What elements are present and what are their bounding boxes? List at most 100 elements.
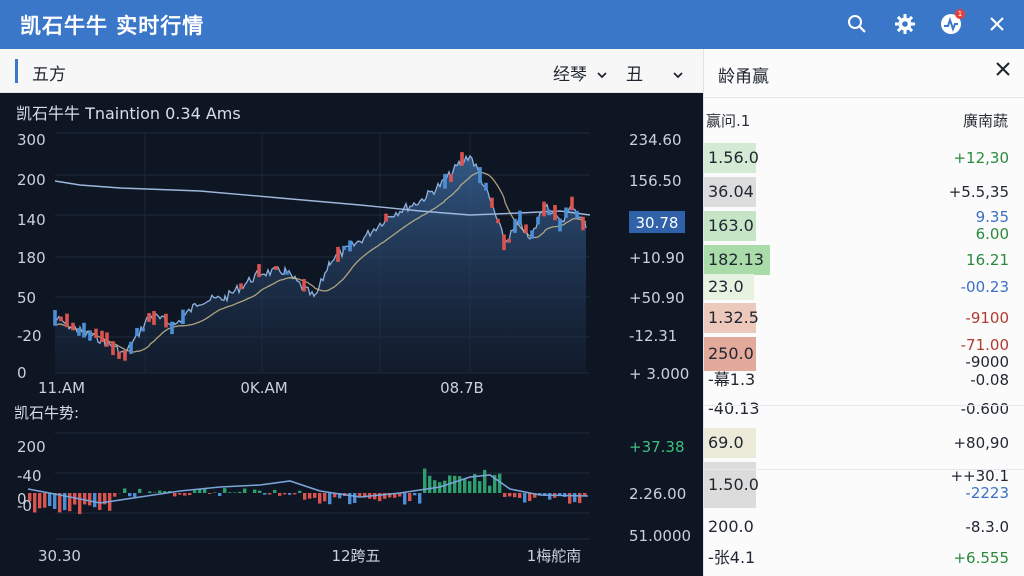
chart-panel[interactable]: 凯石牛牛 Tnaintion 0.34 Ams 300 200 140 180 50 -2… (0, 93, 703, 576)
right-tick: -12.31 (629, 327, 677, 345)
quote-price: 182.13 (704, 245, 770, 275)
chart-toolbar: 五方 经琴 丑 (0, 49, 703, 93)
left-tick: 50 (17, 289, 36, 307)
quote-row[interactable]: 1.50.0 ++30.1 -2223 (704, 460, 1024, 510)
quote-change: -2223 (965, 484, 1009, 502)
main-right-axis: 234.60 156.50 +10.90 +50.90 -12.31 + 3.000 (629, 131, 689, 383)
quote-change: -0.08 (970, 370, 1009, 389)
chevron-down-icon (597, 72, 608, 79)
close-icon (990, 17, 1004, 31)
quote-change: -0.600 (960, 399, 1009, 418)
indicator-dropdown-label: 经琴 (553, 65, 587, 85)
right-tick: + 3.000 (629, 365, 689, 383)
close-panel-button[interactable] (996, 61, 1010, 80)
quote-row[interactable]: 36.04 +5.5,35 (704, 175, 1024, 209)
price-tag: 30.78 (629, 211, 685, 233)
quote-change: -9100 (965, 308, 1009, 327)
close-window-button[interactable] (982, 9, 1012, 39)
quote-panel: 龄甬赢 赢问.1 廣南蔬 1.56.0 +12,30 36.04 +5.5,35 163… (703, 49, 1024, 576)
sub-x-tick: 30.30 (38, 547, 81, 565)
quote-row[interactable]: 200.0 -8.3.0 (704, 512, 1024, 542)
left-tick: 300 (17, 131, 46, 149)
quote-change: 9.35 (975, 208, 1009, 226)
left-tick: 200 (17, 171, 46, 189)
volume-bars (28, 468, 587, 515)
quote-change: -71.00 (960, 336, 1009, 354)
quote-row[interactable]: -幕1.3 -0.08 (704, 368, 1024, 392)
period-dropdown-label: 丑 (626, 65, 643, 85)
quote-panel-title: 龄甬赢 (718, 67, 769, 87)
quote-change: +12,30 (953, 148, 1009, 167)
quote-change: ++30.1 (950, 467, 1009, 485)
sub-x-axis: 30.30 12跨五 1梅舵南 (38, 547, 581, 565)
quote-price: 1.56.0 (704, 143, 759, 173)
quote-price: 69.0 (704, 428, 756, 458)
row-separator (704, 469, 1024, 470)
sub-chart-grid (55, 432, 590, 540)
sub-left-tick: -40 (17, 467, 42, 485)
main-x-axis: 11.AM 0K.AM 08.7B (38, 379, 484, 397)
left-tick: 0 (17, 364, 27, 382)
chevron-down-icon (673, 72, 684, 79)
sub-x-tick: 12跨五 (331, 547, 380, 565)
main-left-axis: 300 200 140 180 50 -20 0 (17, 131, 46, 382)
sub-right-tick: 51.0000 (629, 527, 691, 545)
x-tick: 0K.AM (240, 379, 287, 397)
x-tick: 08.7B (440, 379, 484, 397)
quote-price: 1.32.5 (704, 303, 759, 333)
quote-change: +6.555 (953, 548, 1009, 567)
col-header-right: 廣南蔬 (962, 112, 1008, 130)
panel-divider (704, 97, 1024, 98)
right-tick: 234.60 (629, 131, 682, 149)
sub-right-tick: 2.26.00 (629, 485, 686, 503)
period-dropdown[interactable]: 丑 (626, 60, 684, 85)
activity-button[interactable]: 1 (936, 9, 966, 39)
quote-price: 200.0 (708, 517, 754, 536)
quote-change: -8.3.0 (965, 517, 1009, 536)
left-tick: -20 (17, 327, 42, 345)
quote-row[interactable]: 69.0 +80,90 (704, 426, 1024, 460)
left-tick: 140 (17, 211, 46, 229)
section-accent (15, 59, 18, 83)
quote-change: 16.21 (966, 250, 1009, 269)
volume-line (27, 474, 589, 504)
sub-right-tick: +37.38 (629, 438, 685, 456)
sub-x-tick: 1梅舵南 (527, 547, 582, 565)
gear-icon (895, 14, 915, 34)
quote-row[interactable]: 1.56.0 +12,30 (704, 141, 1024, 175)
main-chart-title: 凯石牛牛 Tnaintion 0.34 Ams (16, 104, 241, 123)
quote-row[interactable]: -张4.1 +6.555 (704, 541, 1024, 575)
quote-row[interactable]: 23.0 -00.23 (704, 272, 1024, 302)
quote-row[interactable]: 1.32.5 -9100 (704, 301, 1024, 335)
settings-button[interactable] (890, 9, 920, 39)
right-tick: 156.50 (629, 172, 682, 190)
quote-change: -00.23 (960, 277, 1009, 296)
quote-price: -40.13 (708, 399, 760, 418)
sub-chart-title: 凯石牛势: (14, 404, 79, 422)
x-tick: 11.AM (38, 379, 85, 397)
col-header-left: 赢问.1 (706, 112, 751, 130)
quote-price: 36.04 (704, 177, 756, 207)
sub-left-tick: -0 (17, 497, 32, 515)
quote-change: 6.00 (975, 225, 1009, 243)
search-button[interactable] (842, 9, 872, 39)
section-title: 五方 (32, 65, 66, 85)
quote-price: -张4.1 (708, 548, 756, 567)
sub-left-tick: 200 (17, 438, 46, 456)
notification-badge: 1 (955, 9, 965, 19)
right-tick: +10.90 (629, 249, 685, 267)
close-icon (996, 62, 1010, 76)
quote-price: 163.0 (704, 211, 756, 241)
quote-change: +5.5,35 (948, 182, 1009, 201)
indicator-dropdown[interactable]: 经琴 (553, 60, 608, 85)
quote-price: -幕1.3 (708, 370, 756, 389)
sub-right-axis: +37.38 2.26.00 51.0000 (629, 438, 691, 545)
right-tick: +50.90 (629, 289, 685, 307)
row-separator (704, 405, 1024, 406)
app-title: 凯石牛牛 实时行情 (20, 14, 205, 38)
quote-row[interactable]: -40.13 -0.600 (704, 392, 1024, 426)
price-tag-label: 30.78 (636, 214, 679, 232)
quote-row[interactable]: 163.0 9.35 6.00 (704, 209, 1024, 243)
quote-price: 250.0 (704, 337, 756, 371)
search-icon (848, 15, 866, 33)
